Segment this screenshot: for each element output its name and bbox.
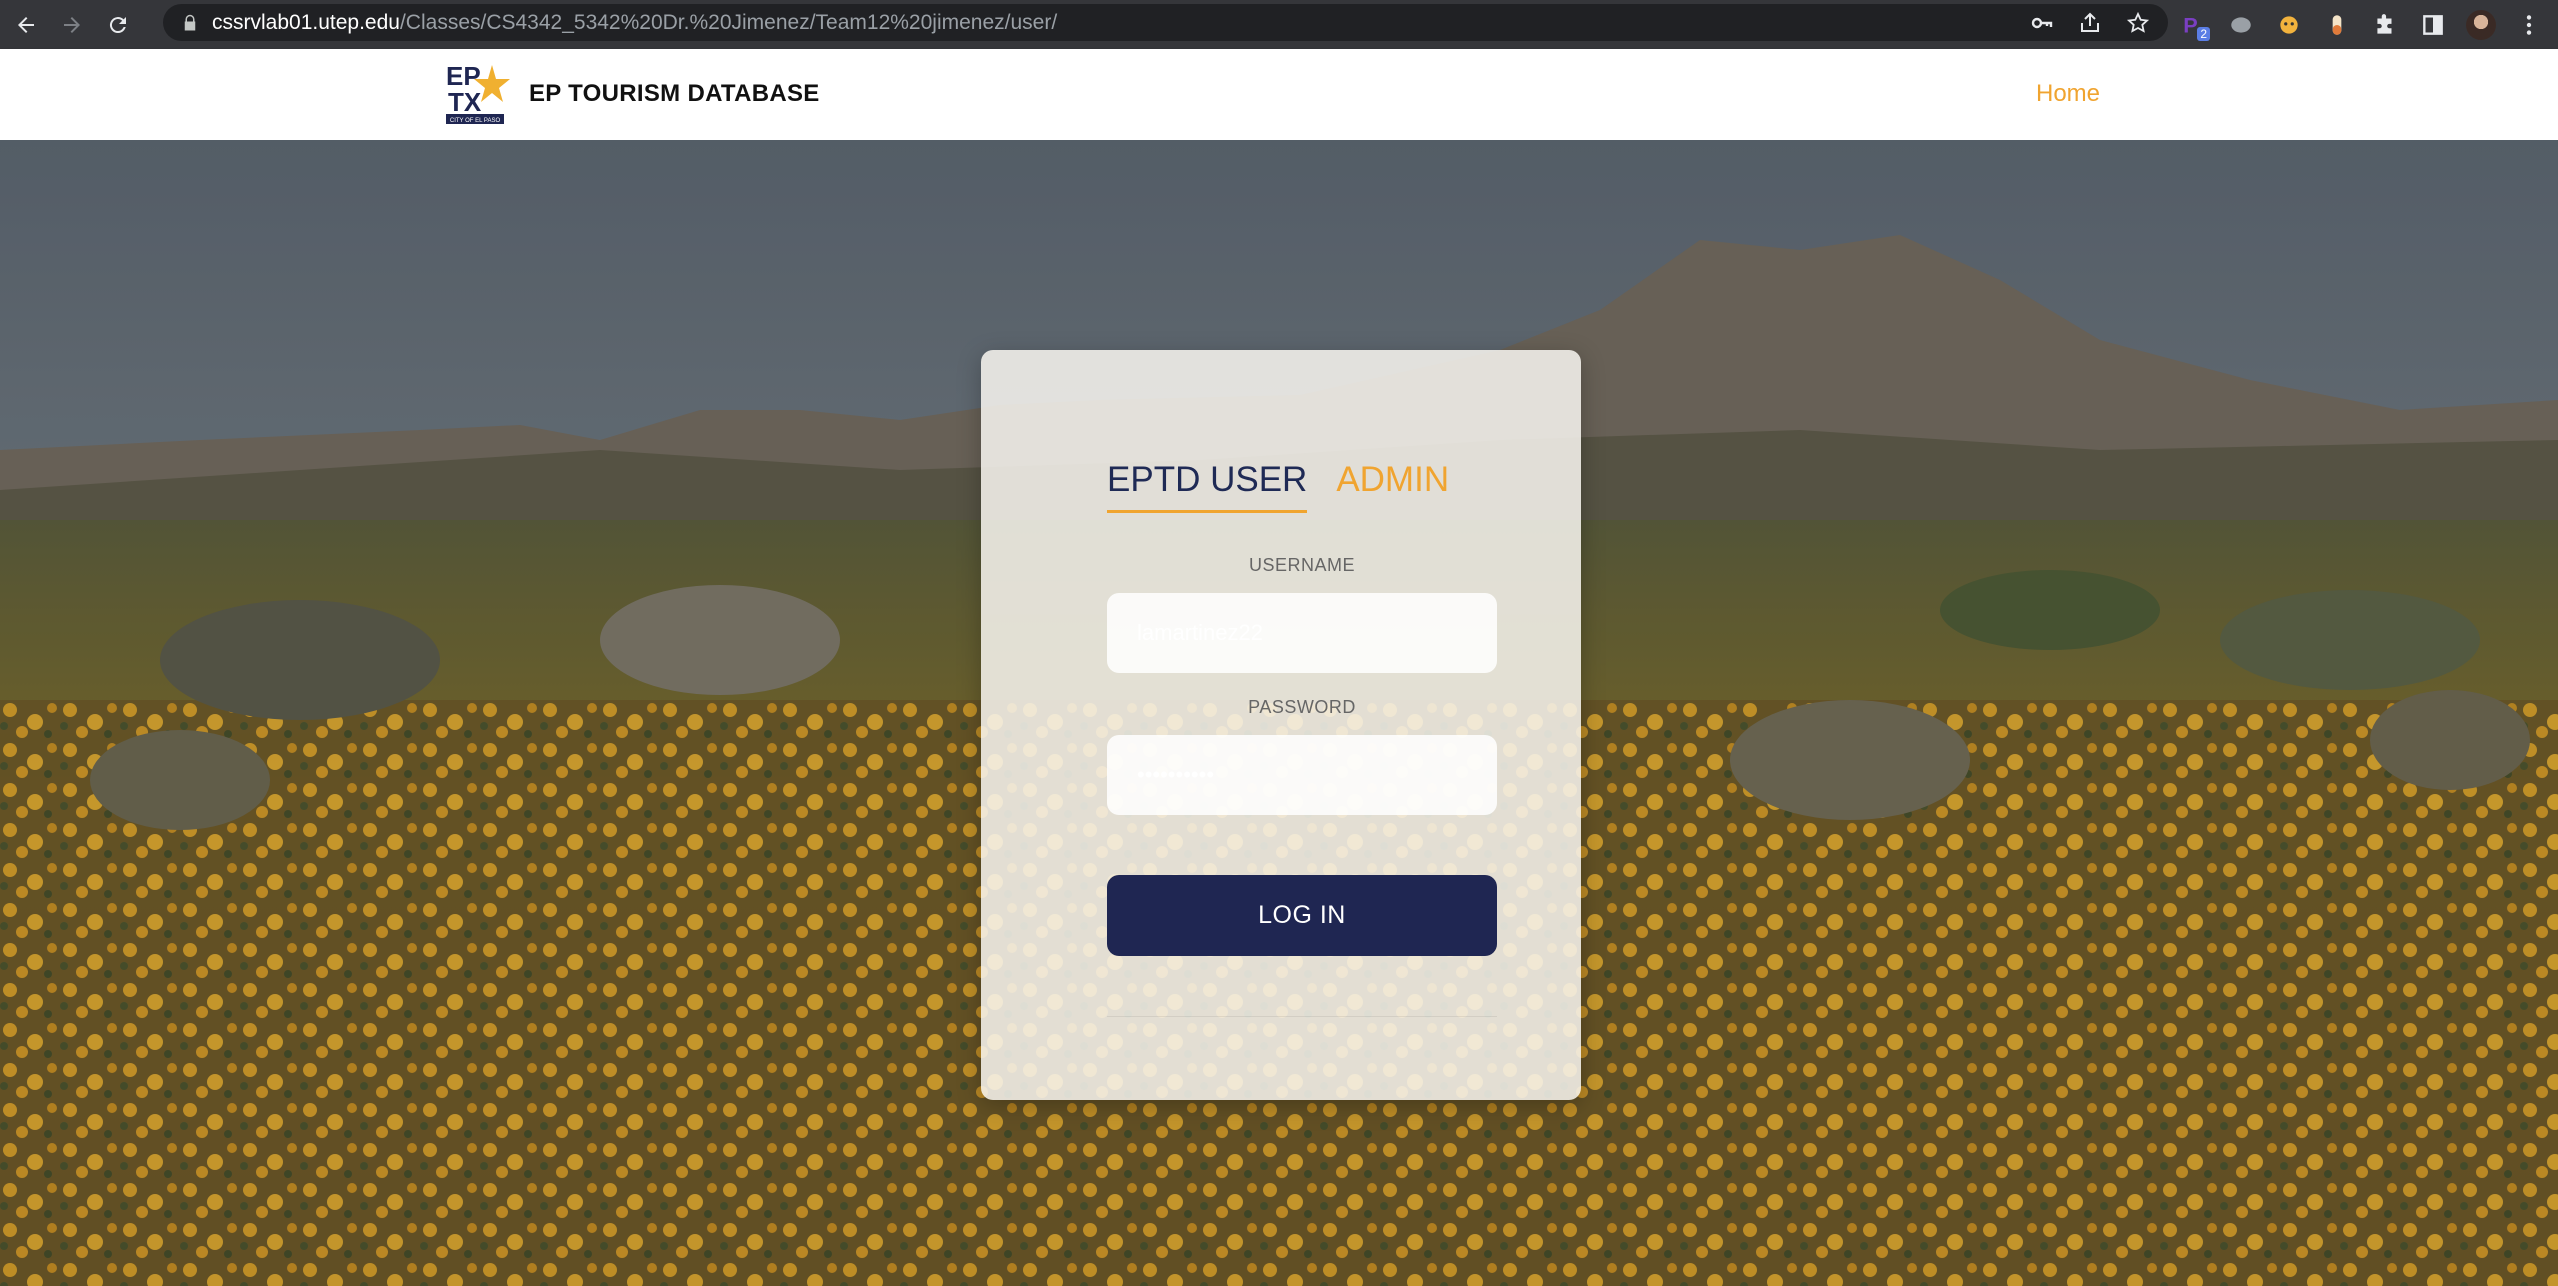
browser-menu-button[interactable] — [2512, 8, 2546, 42]
extension-button[interactable]: P 2 — [2176, 8, 2210, 42]
login-button[interactable]: LOG IN — [1107, 875, 1497, 956]
avatar — [2466, 9, 2496, 40]
login-card: EPTD USER ADMIN USERNAME PASSWORD LOG IN — [981, 350, 1581, 1100]
puzzle-icon — [2377, 13, 2392, 34]
eptx-logo[interactable]: EP TX CITY OF EL PASO — [446, 61, 512, 125]
key-icon[interactable] — [2030, 11, 2054, 35]
tab-eptd-user[interactable]: EPTD USER — [1107, 460, 1308, 513]
tab-admin[interactable]: ADMIN — [1336, 460, 1449, 513]
card-divider — [1107, 1016, 1497, 1017]
star-icon[interactable] — [2126, 11, 2150, 35]
reload-button[interactable] — [98, 5, 138, 45]
password-input[interactable] — [1107, 735, 1497, 815]
elephant-extension-icon — [2231, 16, 2251, 33]
username-label: USERNAME — [1248, 555, 1355, 575]
logo-text-tx: TX — [448, 87, 482, 117]
menu-icon — [2526, 14, 2532, 35]
address-bar[interactable]: cssrvlab01.utep.edu/Classes/CS4342_5342%… — [163, 4, 2168, 41]
url-text: cssrvlab01.utep.edu/Classes/CS4342_5342%… — [212, 11, 1057, 35]
site-header: EP TX CITY OF EL PASO EP TOURISM DATABAS… — [0, 49, 2558, 140]
password-label: PASSWORD — [1248, 697, 1356, 717]
eptx-logo-graphic: EP TX CITY OF EL PASO — [446, 61, 510, 124]
url-host: cssrvlab01.utep.edu — [212, 10, 400, 34]
site-title: EP TOURISM DATABASE — [529, 80, 820, 107]
profile-button[interactable] — [2464, 8, 2498, 42]
extension-badge: 2 — [2197, 26, 2210, 41]
logo-caption: CITY OF EL PASO — [450, 118, 501, 124]
back-icon — [18, 16, 34, 33]
home-link[interactable]: Home — [2036, 80, 2100, 108]
forward-icon — [64, 16, 80, 33]
back-button[interactable] — [6, 5, 46, 45]
extension-button[interactable] — [2224, 8, 2258, 42]
extensions-menu-button[interactable] — [2368, 8, 2402, 42]
lock-icon — [184, 14, 196, 30]
pill-extension-icon — [2332, 14, 2342, 35]
username-input[interactable] — [1107, 593, 1497, 673]
share-icon[interactable] — [2078, 11, 2102, 35]
side-panel-icon — [2423, 14, 2443, 35]
svg-text:P: P — [2183, 12, 2197, 37]
face-extension-icon — [2280, 15, 2298, 34]
forward-button[interactable] — [52, 5, 92, 45]
login-tabs: EPTD USER ADMIN — [1107, 460, 1449, 513]
extension-button[interactable] — [2272, 8, 2306, 42]
side-panel-button[interactable] — [2416, 8, 2450, 42]
browser-toolbar: cssrvlab01.utep.edu/Classes/CS4342_5342%… — [0, 0, 2558, 49]
reload-icon — [109, 16, 126, 33]
extension-button[interactable] — [2320, 8, 2354, 42]
url-path: /Classes/CS4342_5342%20Dr.%20Jimenez/Tea… — [399, 10, 1058, 34]
